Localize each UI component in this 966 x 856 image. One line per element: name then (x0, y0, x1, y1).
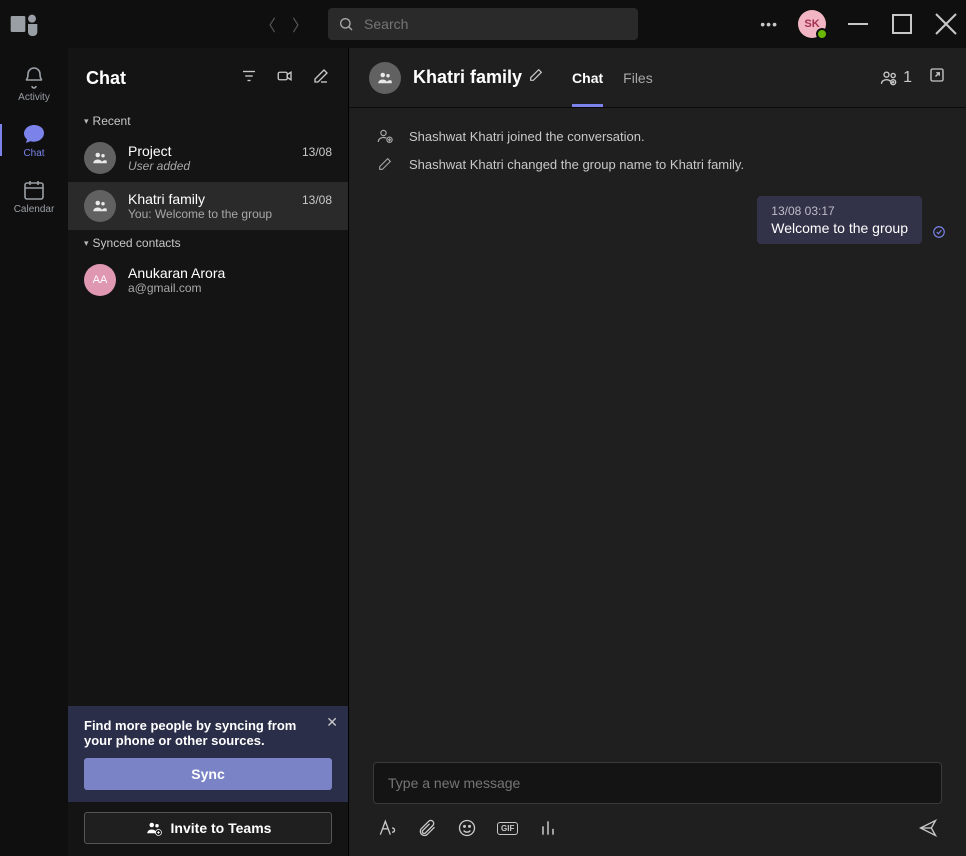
filter-icon[interactable] (240, 67, 258, 90)
attachment-icon[interactable] (417, 818, 437, 838)
search-icon (338, 16, 354, 32)
user-initials: SK (804, 18, 819, 30)
titlebar: 〈 〉 ••• SK (0, 0, 966, 48)
rail-chat[interactable]: Chat (0, 112, 68, 168)
edit-title-icon[interactable] (528, 67, 544, 88)
people-icon (879, 68, 899, 88)
composer: GIF (349, 746, 966, 856)
rail-calendar[interactable]: Calendar (0, 168, 68, 224)
system-message: Shashwat Khatri joined the conversation. (369, 122, 946, 150)
message-bubble[interactable]: 13/08 03:17 Welcome to the group (757, 196, 922, 244)
teams-app-icon (8, 8, 40, 40)
nav-back[interactable]: 〈 (260, 12, 276, 36)
history-nav: 〈 〉 (260, 12, 308, 36)
send-icon[interactable] (918, 818, 938, 838)
compose-input[interactable] (388, 775, 927, 791)
contact-item[interactable]: AA Anukaran Arora a@gmail.com (68, 256, 348, 304)
presence-available-icon (816, 28, 828, 40)
contact-name: Anukaran Arora (128, 265, 332, 281)
chat-item-project[interactable]: Project 13/08 User added (68, 134, 348, 182)
invite-button[interactable]: Invite to Teams (84, 812, 332, 844)
rail-activity[interactable]: Activity (0, 56, 68, 112)
window-minimize[interactable] (846, 12, 870, 36)
read-receipt-icon (932, 225, 946, 244)
emoji-icon[interactable] (457, 818, 477, 838)
compose-box[interactable] (373, 762, 942, 804)
message-time: 13/08 03:17 (771, 204, 908, 218)
chat-icon (22, 122, 46, 146)
sync-promo: ✕ Find more people by syncing from your … (68, 706, 348, 802)
tab-files[interactable]: Files (623, 48, 653, 107)
section-synced[interactable]: Synced contacts (68, 230, 348, 256)
user-avatar[interactable]: SK (798, 10, 826, 38)
rail-chat-label: Chat (23, 148, 44, 159)
rail-calendar-label: Calendar (14, 204, 55, 215)
sent-message: 13/08 03:17 Welcome to the group (369, 196, 946, 244)
message-text: Welcome to the group (771, 220, 908, 236)
contact-email: a@gmail.com (128, 281, 332, 295)
chat-preview: User added (128, 159, 332, 173)
group-avatar-icon (369, 62, 401, 94)
bell-icon (22, 66, 46, 90)
chat-date: 13/08 (302, 145, 332, 159)
window-close[interactable] (934, 12, 958, 36)
pencil-icon (375, 154, 395, 174)
message-list: Shashwat Khatri joined the conversation.… (349, 108, 966, 746)
close-icon[interactable]: ✕ (326, 714, 338, 731)
format-icon[interactable] (377, 818, 397, 838)
chatlist-title: Chat (86, 68, 240, 89)
app-rail: Activity Chat Calendar (0, 48, 68, 856)
group-avatar-icon (84, 142, 116, 174)
chat-preview: You: Welcome to the group (128, 207, 332, 221)
search-input[interactable] (364, 16, 628, 32)
chat-name: Project (128, 143, 172, 159)
person-add-icon (375, 126, 395, 146)
chat-date: 13/08 (302, 193, 332, 207)
video-call-icon[interactable] (276, 67, 294, 90)
system-message: Shashwat Khatri changed the group name t… (369, 150, 946, 178)
tab-chat[interactable]: Chat (572, 48, 603, 107)
popout-icon[interactable] (928, 66, 946, 89)
chat-list-panel: Chat Recent Project 13/08 User added (68, 48, 348, 856)
promo-text: Find more people by syncing from your ph… (84, 718, 332, 748)
participant-count: 1 (903, 69, 912, 87)
more-menu[interactable]: ••• (760, 16, 778, 32)
participants-button[interactable]: 1 (879, 68, 912, 88)
nav-forward[interactable]: 〉 (292, 12, 308, 36)
section-recent[interactable]: Recent (68, 108, 348, 134)
chat-name: Khatri family (128, 191, 205, 207)
calendar-icon (22, 178, 46, 202)
rail-activity-label: Activity (18, 92, 50, 103)
contact-avatar: AA (84, 264, 116, 296)
invite-icon (145, 819, 163, 837)
window-maximize[interactable] (890, 12, 914, 36)
conversation-header: Khatri family Chat Files 1 (349, 48, 966, 108)
sync-button[interactable]: Sync (84, 758, 332, 790)
group-avatar-icon (84, 190, 116, 222)
compose-icon[interactable] (312, 67, 330, 90)
conversation-title: Khatri family (413, 67, 522, 88)
chat-item-khatri-family[interactable]: Khatri family 13/08 You: Welcome to the … (68, 182, 348, 230)
poll-icon[interactable] (538, 818, 558, 838)
search-box[interactable] (328, 8, 638, 40)
conversation-panel: Khatri family Chat Files 1 (348, 48, 966, 856)
gif-icon[interactable]: GIF (497, 822, 518, 835)
